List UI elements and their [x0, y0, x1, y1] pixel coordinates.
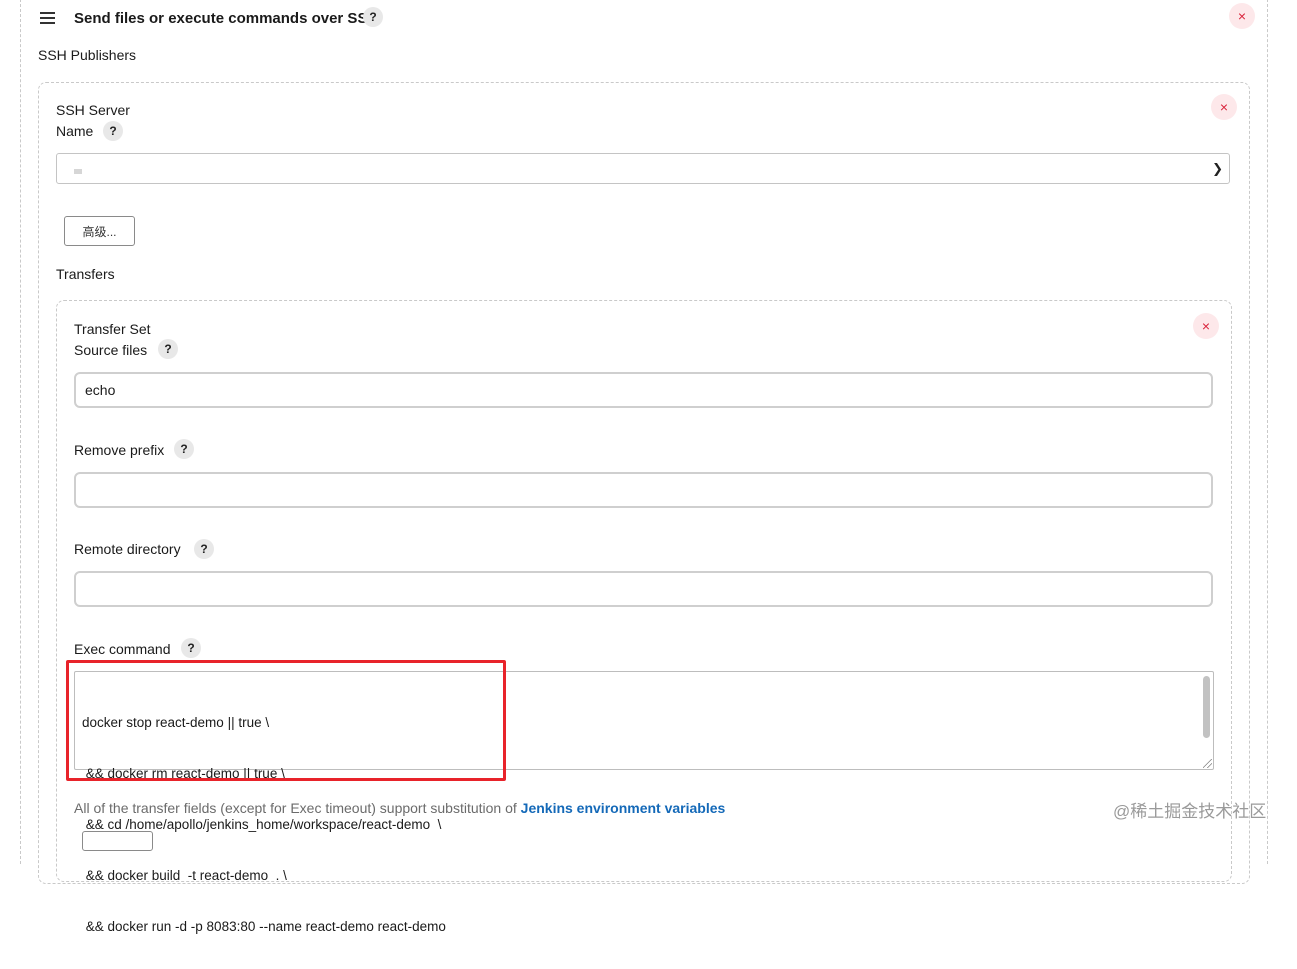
name-help-icon[interactable]: ?: [103, 121, 123, 141]
remote-directory-help-icon[interactable]: ?: [194, 539, 214, 559]
ssh-server-name-select[interactable]: ❯: [56, 153, 1230, 184]
selected-server-value: [74, 169, 82, 174]
advanced-button[interactable]: 高级...: [64, 216, 135, 246]
ssh-server-heading: SSH Server: [56, 102, 130, 118]
delete-step-button[interactable]: ×: [1229, 3, 1255, 29]
name-label: Name: [56, 123, 94, 139]
advanced-transfer-button[interactable]: [82, 831, 153, 851]
source-files-help-icon[interactable]: ?: [158, 339, 178, 359]
chevron-down-icon: ❯: [1212, 161, 1223, 176]
remove-prefix-label: Remove prefix: [74, 442, 165, 458]
remove-prefix-input[interactable]: [74, 472, 1213, 508]
exec-command-label: Exec command: [74, 641, 171, 657]
remove-prefix-help-icon[interactable]: ?: [174, 439, 194, 459]
transfers-label: Transfers: [56, 266, 115, 282]
exec-command-help-icon[interactable]: ?: [181, 638, 201, 658]
transfer-set-heading: Transfer Set: [74, 321, 151, 337]
code-line: && docker build -t react-demo . \: [82, 868, 287, 883]
remote-directory-label: Remote directory: [74, 541, 181, 557]
remote-directory-input[interactable]: [74, 571, 1213, 607]
step-title: Send files or execute commands over SSH: [74, 10, 379, 27]
ssh-publishers-label: SSH Publishers: [38, 47, 137, 63]
code-line: && docker run -d -p 8083:80 --name react…: [82, 919, 446, 934]
drag-handle-icon[interactable]: [40, 12, 55, 24]
delete-ssh-server-button[interactable]: ×: [1211, 94, 1237, 120]
source-files-label: Source files: [74, 342, 148, 358]
jenkins-env-vars-link[interactable]: Jenkins environment variables: [521, 800, 726, 816]
watermark: @稀土掘金技术社区: [1113, 802, 1267, 821]
delete-transfer-set-button[interactable]: ×: [1193, 313, 1219, 339]
source-files-input[interactable]: echo: [74, 372, 1213, 408]
resize-handle-icon[interactable]: [1203, 759, 1212, 768]
annotation-highlight-box: [66, 660, 506, 781]
substitution-note: All of the transfer fields (except for E…: [74, 800, 725, 816]
substitution-note-text: All of the transfer fields (except for E…: [74, 800, 521, 816]
textarea-scrollbar[interactable]: [1203, 676, 1210, 738]
step-help-icon[interactable]: ?: [363, 7, 383, 27]
